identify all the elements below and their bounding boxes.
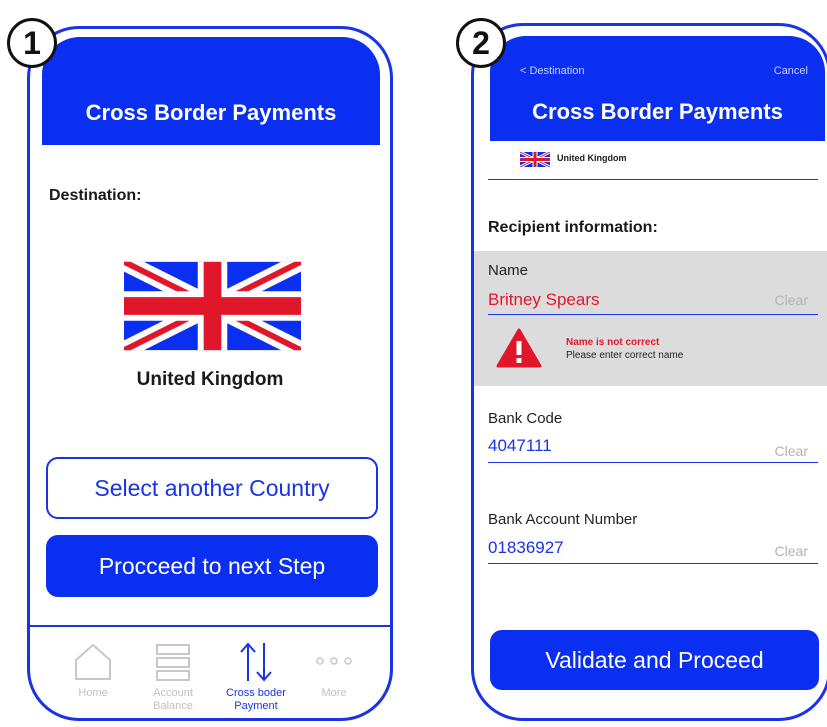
step-badge-2: 2 bbox=[456, 18, 506, 68]
country-name: United Kingdom bbox=[136, 369, 284, 390]
account-number-input[interactable]: 01836927 bbox=[488, 538, 564, 558]
account-number-label: Bank Account Number bbox=[488, 511, 638, 528]
validate-proceed-button[interactable]: Validate and Proceed bbox=[490, 630, 819, 690]
header-bar: Cross Border Payments bbox=[42, 37, 380, 145]
name-underline bbox=[488, 314, 818, 315]
name-label: Name bbox=[488, 262, 529, 279]
destination-label: Destination: bbox=[49, 187, 142, 204]
error-message: Please enter correct name bbox=[566, 350, 684, 361]
page-title: Cross Border Payments bbox=[532, 99, 783, 124]
page-title: Cross Border Payments bbox=[85, 100, 337, 125]
back-link[interactable]: < Destination bbox=[520, 65, 585, 77]
select-country-button[interactable]: Select another Country bbox=[46, 457, 378, 519]
clear-account-number-button[interactable]: Clear bbox=[775, 543, 808, 559]
bottom-nav: Home Account Balance Cross boder Payment bbox=[30, 627, 390, 718]
selected-country[interactable]: United Kingdom bbox=[488, 141, 818, 179]
phone-screen-1: Cross Border Payments Destination: Unite… bbox=[27, 26, 393, 721]
transfer-arrows-icon bbox=[240, 642, 272, 682]
clear-bank-code-button[interactable]: Clear bbox=[775, 443, 808, 459]
nav-label-more: More bbox=[321, 687, 347, 699]
nav-label-account-balance: Account Balance bbox=[153, 687, 193, 712]
bank-code-label: Bank Code bbox=[488, 410, 563, 427]
account-number-underline bbox=[488, 563, 818, 564]
uk-flag-icon bbox=[520, 152, 550, 167]
cancel-link[interactable]: Cancel bbox=[774, 65, 808, 77]
nav-home[interactable]: Home bbox=[60, 627, 126, 718]
warning-icon bbox=[496, 328, 542, 368]
nav-cross-border-payment[interactable]: Cross boder Payment bbox=[216, 627, 296, 718]
nav-more[interactable]: More bbox=[302, 627, 366, 718]
recipient-heading: Recipient information: bbox=[488, 219, 658, 236]
uk-flag-icon bbox=[124, 261, 301, 351]
selected-country-name: United Kingdom bbox=[557, 153, 627, 163]
nav-label-home: Home bbox=[78, 687, 108, 699]
bank-code-input[interactable]: 4047111 bbox=[488, 436, 552, 456]
bank-code-underline bbox=[488, 462, 818, 463]
nav-account-balance[interactable]: Account Balance bbox=[138, 627, 208, 718]
proceed-button[interactable]: Procceed to next Step bbox=[46, 535, 378, 597]
phone-screen-2: < Destination Cancel Cross Border Paymen… bbox=[471, 23, 827, 721]
name-input[interactable]: Britney Spears bbox=[488, 290, 600, 310]
nav-label-cross-border-payment: Cross boder Payment bbox=[226, 687, 286, 712]
error-title: Name is not correct bbox=[566, 337, 660, 348]
step-badge-1: 1 bbox=[7, 18, 57, 68]
account-balance-icon bbox=[156, 644, 190, 681]
country-underline bbox=[488, 179, 818, 180]
header-bar: < Destination Cancel Cross Border Paymen… bbox=[490, 36, 825, 141]
home-icon bbox=[75, 643, 111, 680]
more-dots-icon bbox=[316, 657, 352, 665]
clear-name-button[interactable]: Clear bbox=[775, 292, 808, 308]
